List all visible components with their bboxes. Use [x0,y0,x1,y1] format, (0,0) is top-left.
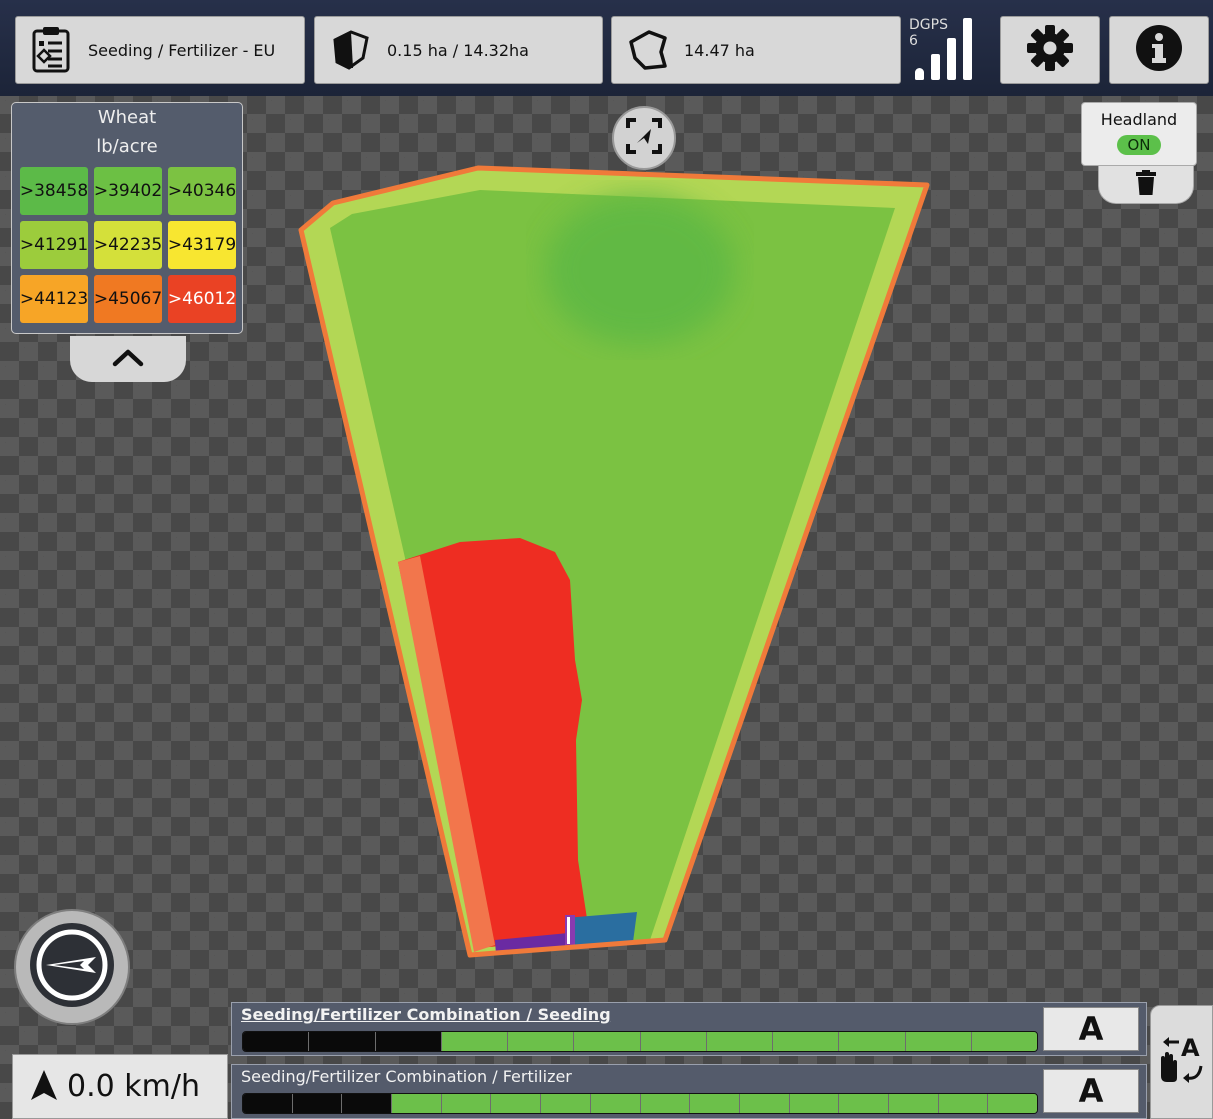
section-bar-fertilizer: Seeding/Fertilizer Combination / Fertili… [231,1064,1147,1119]
legend-unit: lb/acre [96,136,158,157]
legend-class: >46012 [168,275,236,323]
svg-text:A: A [1181,1034,1200,1062]
section-segment [309,1032,376,1051]
section-segment [590,1094,641,1113]
section-segment [706,1032,773,1051]
section-segment [441,1032,508,1051]
section-segment [243,1094,293,1113]
section-segment [243,1032,310,1051]
section-segment [292,1094,343,1113]
section-segment [888,1094,939,1113]
section-segment [375,1032,442,1051]
section-segment [971,1032,1037,1051]
headland-toggle[interactable]: ON [1117,135,1161,155]
headland-label: Headland [1100,110,1178,129]
delete-headland-button[interactable] [1098,166,1194,204]
legend-class: >42235 [94,221,162,269]
rate-legend: Wheat lb/acre >38458 >39402 >40346 >4129… [11,102,243,334]
heading-arrow-icon [29,1068,59,1106]
section-segment [905,1032,972,1051]
speed-value: 0.0 km/h [67,1069,200,1104]
legend-class: >41291 [20,221,88,269]
section-strip[interactable] [242,1093,1038,1114]
section-segment [392,1094,442,1113]
legend-class: >45067 [94,275,162,323]
section-segment [640,1094,691,1113]
section-label[interactable]: Seeding/Fertilizer Combination / Fertili… [241,1067,572,1086]
section-label[interactable]: Seeding/Fertilizer Combination / Seeding [241,1005,611,1024]
legend-collapse-button[interactable] [70,336,186,382]
section-segment [938,1094,989,1113]
section-segment [690,1094,740,1113]
chevron-up-icon [111,347,145,371]
recenter-map-icon [624,116,664,160]
section-segment [773,1032,840,1051]
legend-class: >43179 [168,221,236,269]
speed-display: 0.0 km/h [12,1054,228,1119]
legend-class: >38458 [20,167,88,215]
section-segment [574,1032,641,1051]
headland-panel[interactable]: Headland ON [1081,102,1197,166]
auto-manual-switch-icon: A [1155,1030,1209,1094]
auto-manual-switch-button[interactable]: A [1150,1005,1213,1119]
legend-class: >39402 [94,167,162,215]
recenter-map-button[interactable] [612,106,676,170]
section-segment [342,1094,393,1113]
section-segment [541,1094,591,1113]
section-segment [441,1094,492,1113]
compass-icon [24,917,120,1017]
section-segment [988,1094,1037,1113]
section-segment [739,1094,790,1113]
legend-class: >44123 [20,275,88,323]
auto-mode-button[interactable]: A [1043,1007,1139,1051]
trash-icon [1135,169,1157,200]
section-segment [640,1032,707,1051]
auto-mode-button[interactable]: A [1043,1069,1139,1113]
section-segment [508,1032,575,1051]
field-polygon [298,165,930,958]
section-segment [789,1094,840,1113]
section-segment [839,1094,889,1113]
legend-crop: Wheat [97,107,157,128]
compass-button[interactable] [14,909,130,1025]
section-strip[interactable] [242,1031,1038,1052]
legend-class: >40346 [168,167,236,215]
section-bar-seeding: Seeding/Fertilizer Combination / Seeding… [231,1002,1147,1056]
section-segment [491,1094,542,1113]
section-segment [839,1032,906,1051]
